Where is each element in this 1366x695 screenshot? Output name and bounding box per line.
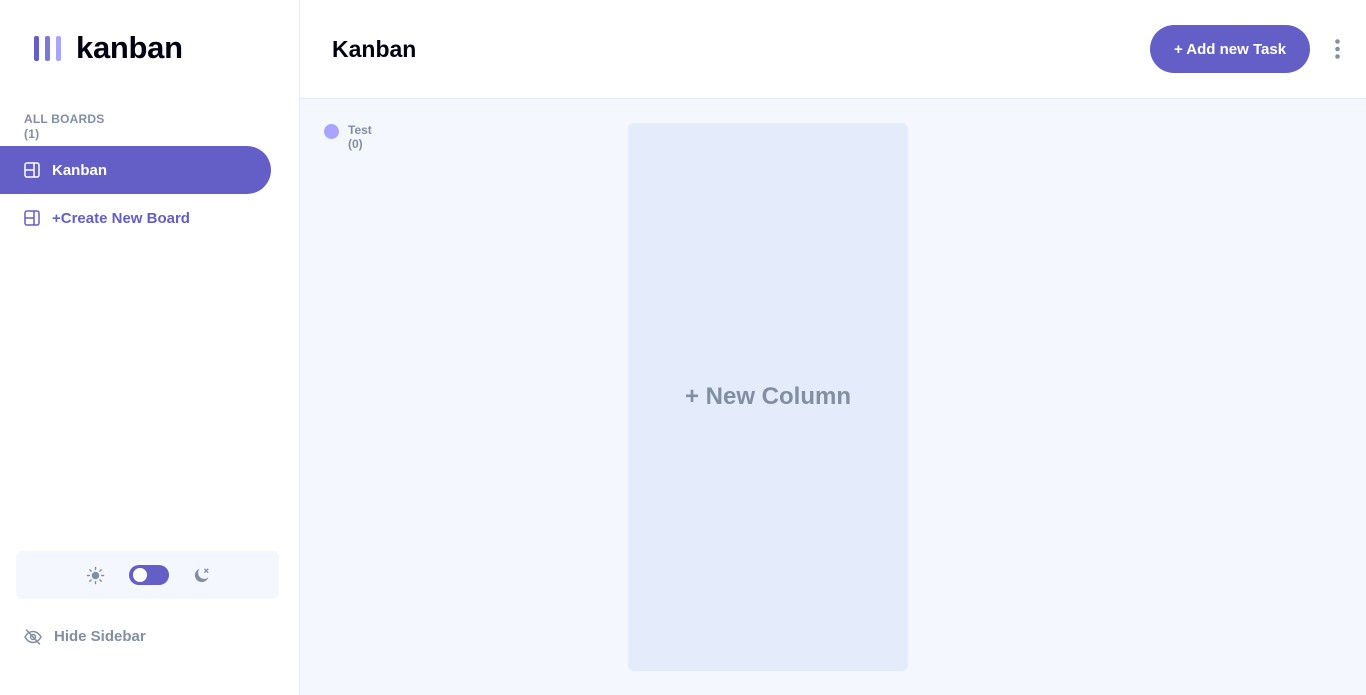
board-count: (1) xyxy=(24,127,40,141)
toggle-knob xyxy=(132,568,147,582)
logo: kanban xyxy=(34,30,183,66)
column-count: (0) xyxy=(348,137,363,151)
add-task-button[interactable]: + Add new Task xyxy=(1150,25,1310,73)
more-options-button[interactable] xyxy=(1328,36,1346,62)
all-boards-label: ALL BOARDS xyxy=(24,112,105,126)
theme-toggle-switch[interactable] xyxy=(128,565,169,585)
new-column-label: + New Column xyxy=(684,383,852,410)
hide-sidebar-label: Hide Sidebar xyxy=(54,628,146,645)
header: Kanban + Add new Task xyxy=(300,0,1366,99)
new-column-button[interactable]: + New Column xyxy=(628,123,908,671)
hide-sidebar-button[interactable]: Hide Sidebar xyxy=(24,628,146,645)
create-board-button[interactable]: +Create New Board xyxy=(0,194,271,242)
all-boards-heading: ALL BOARDS (1) xyxy=(24,112,104,142)
create-board-label: +Create New Board xyxy=(52,209,190,227)
column-header: Test (0) xyxy=(324,123,604,151)
header-actions: + Add new Task xyxy=(1150,25,1346,73)
board-area: Test (0) + New Column xyxy=(300,99,1366,695)
vertical-ellipsis-icon xyxy=(1334,39,1340,59)
page-title: Kanban xyxy=(332,35,417,62)
main-content: Kanban + Add new Task Test (0) + New Col… xyxy=(300,0,1366,695)
eye-slash-icon xyxy=(24,628,42,645)
board-icon xyxy=(24,162,40,178)
moon-icon xyxy=(194,567,209,582)
logo-icon xyxy=(34,35,61,61)
theme-toggle-panel xyxy=(16,551,279,599)
board-list: Kanban +Create New Board xyxy=(0,146,271,242)
column-color-dot xyxy=(324,124,339,139)
app-root: kanban ALL BOARDS (1) Kanban +Create New… xyxy=(0,0,1366,695)
sun-icon xyxy=(86,566,104,584)
sidebar-item-label: Kanban xyxy=(52,161,108,179)
sidebar: kanban ALL BOARDS (1) Kanban +Create New… xyxy=(0,0,300,695)
column-test: Test (0) xyxy=(324,123,604,151)
logo-text: kanban xyxy=(76,30,183,65)
column-title: Test (0) xyxy=(348,123,372,151)
board-icon xyxy=(24,210,40,226)
column-name: Test xyxy=(348,123,372,137)
sidebar-item-kanban[interactable]: Kanban xyxy=(0,146,271,194)
